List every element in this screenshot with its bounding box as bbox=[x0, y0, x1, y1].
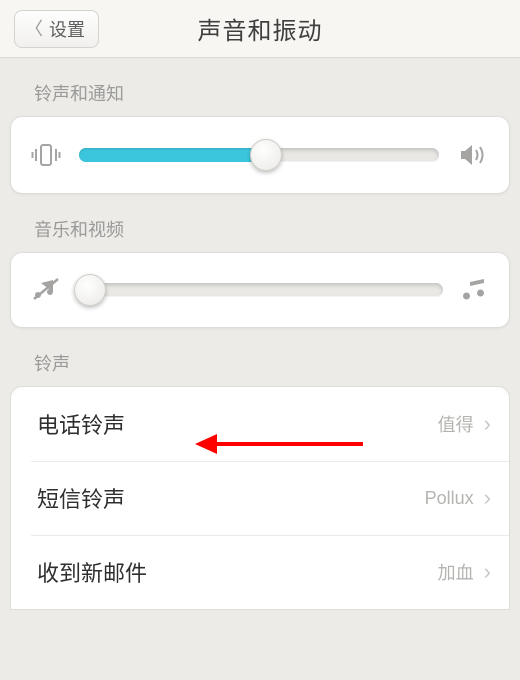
row-title: 电话铃声 bbox=[37, 408, 438, 440]
chevron-right-icon: › bbox=[484, 485, 491, 511]
speaker-icon bbox=[457, 139, 489, 171]
chevron-left-icon: 〈 bbox=[25, 20, 43, 38]
slider-thumb[interactable] bbox=[250, 139, 282, 171]
back-button[interactable]: 〈 设置 bbox=[14, 10, 99, 48]
row-value: 加血 bbox=[438, 559, 474, 585]
section-label-music-video: 音乐和视频 bbox=[34, 216, 506, 242]
music-note-icon bbox=[461, 276, 489, 304]
sms-ringtone-row[interactable]: 短信铃声 Pollux › bbox=[11, 461, 509, 535]
section-label-ringtones: 铃声 bbox=[34, 350, 506, 376]
media-volume-card bbox=[10, 252, 510, 328]
row-title: 短信铃声 bbox=[37, 482, 425, 514]
row-value: 值得 bbox=[438, 411, 474, 437]
media-volume-slider[interactable] bbox=[79, 283, 443, 297]
ringtone-volume-card bbox=[10, 116, 510, 194]
ringtone-volume-slider[interactable] bbox=[79, 148, 439, 162]
row-title: 收到新邮件 bbox=[37, 556, 438, 588]
ringtones-list: 电话铃声 值得 › 短信铃声 Pollux › 收到新邮件 加血 › bbox=[10, 386, 510, 610]
section-label-ringtone-notifications: 铃声和通知 bbox=[34, 80, 506, 106]
slider-fill bbox=[79, 148, 266, 162]
new-mail-row[interactable]: 收到新邮件 加血 › bbox=[11, 535, 509, 609]
row-value: Pollux bbox=[425, 488, 474, 509]
slider-thumb[interactable] bbox=[74, 274, 106, 306]
chevron-right-icon: › bbox=[484, 411, 491, 437]
navbar: 〈 设置 声音和振动 bbox=[0, 0, 520, 58]
back-button-label: 设置 bbox=[49, 16, 85, 42]
music-mute-icon bbox=[31, 275, 61, 305]
phone-ringtone-row[interactable]: 电话铃声 值得 › bbox=[11, 387, 509, 461]
chevron-right-icon: › bbox=[484, 559, 491, 585]
vibrate-icon bbox=[31, 140, 61, 170]
